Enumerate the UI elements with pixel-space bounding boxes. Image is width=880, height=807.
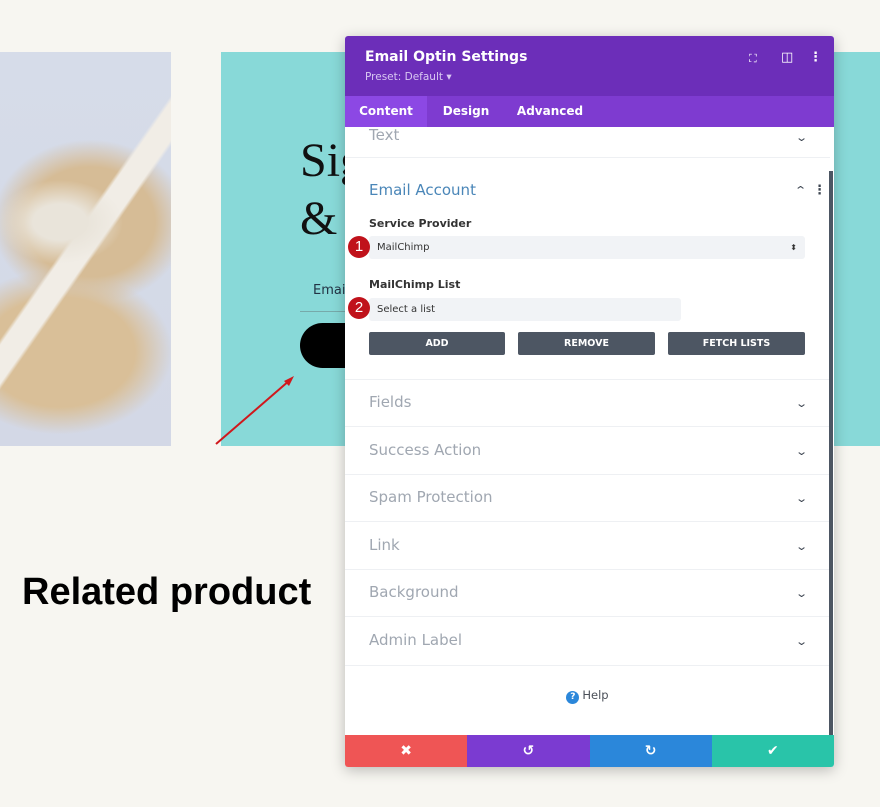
section-success-action[interactable]: Success Action	[369, 441, 481, 459]
divider	[345, 521, 830, 522]
divider	[345, 616, 830, 617]
chevron-down-icon[interactable]: ⌄	[795, 492, 808, 505]
tab-advanced[interactable]: Advanced	[513, 96, 587, 127]
chevron-down-icon[interactable]: ⌄	[795, 540, 808, 553]
chevron-down-icon[interactable]: ⌄	[795, 635, 808, 648]
undo-button[interactable]: ↺	[467, 735, 590, 767]
panel-header: Email Optin Settings Preset: Default ▾ ⛶…	[345, 36, 834, 96]
fullscreen-icon[interactable]: ⛶	[749, 52, 757, 66]
panel-title: Email Optin Settings	[365, 49, 528, 65]
remove-button[interactable]: REMOVE	[518, 332, 655, 355]
add-button[interactable]: ADD	[369, 332, 505, 355]
section-email-account[interactable]: Email Account	[369, 181, 476, 199]
marker-1: 1	[348, 236, 370, 258]
divider	[345, 665, 830, 666]
chevron-down-icon[interactable]: ⌄	[795, 445, 808, 458]
section-text[interactable]: Text	[369, 126, 399, 144]
tab-design[interactable]: Design	[433, 96, 499, 127]
redo-button[interactable]: ↻	[589, 735, 712, 767]
more-options-icon[interactable]: ⋮	[809, 50, 822, 65]
chevron-up-icon[interactable]: ⌃	[794, 184, 807, 197]
tab-content[interactable]: Content	[345, 96, 427, 127]
service-provider-select[interactable]: MailChimp ⬍	[369, 236, 805, 259]
panel-tabs: Content Design Advanced	[345, 96, 834, 127]
marker-2: 2	[348, 297, 370, 319]
divider	[345, 379, 830, 380]
annotation-arrow-icon	[215, 376, 294, 445]
service-provider-label: Service Provider	[369, 217, 472, 230]
settings-panel: Email Optin Settings Preset: Default ▾ ⛶…	[345, 36, 834, 767]
help-label: Help	[582, 688, 609, 702]
select-arrows-icon: ⬍	[790, 243, 797, 252]
divider	[345, 474, 830, 475]
divider	[345, 569, 830, 570]
fetch-lists-button[interactable]: FETCH LISTS	[668, 332, 805, 355]
divider	[345, 157, 830, 158]
section-background[interactable]: Background	[369, 583, 459, 601]
scrollbar[interactable]	[829, 171, 833, 736]
product-image	[0, 52, 171, 446]
chevron-down-icon[interactable]: ⌄	[795, 131, 808, 144]
section-fields[interactable]: Fields	[369, 393, 411, 411]
email-input-preview[interactable]: Email	[313, 283, 349, 298]
mailchimp-list-label: MailChimp List	[369, 278, 461, 291]
divider	[345, 426, 830, 427]
preset-dropdown[interactable]: Preset: Default ▾	[365, 71, 452, 83]
help-icon: ?	[566, 691, 580, 704]
chevron-down-icon[interactable]: ⌄	[795, 397, 808, 410]
related-products-heading: Related product	[22, 571, 312, 613]
section-admin-label[interactable]: Admin Label	[369, 631, 462, 649]
save-button[interactable]: ✔	[711, 735, 834, 767]
section-link[interactable]: Link	[369, 536, 400, 554]
mailchimp-list-select[interactable]: Select a list	[369, 298, 681, 321]
chevron-down-icon[interactable]: ⌄	[795, 587, 808, 600]
help-link[interactable]: ? Help	[345, 688, 830, 704]
section-spam-protection[interactable]: Spam Protection	[369, 488, 493, 506]
section-options-icon[interactable]: ⋮	[813, 183, 826, 198]
cancel-button[interactable]: ✖	[345, 735, 468, 767]
service-provider-value: MailChimp	[377, 242, 430, 253]
split-view-icon[interactable]: ◫	[781, 50, 793, 65]
